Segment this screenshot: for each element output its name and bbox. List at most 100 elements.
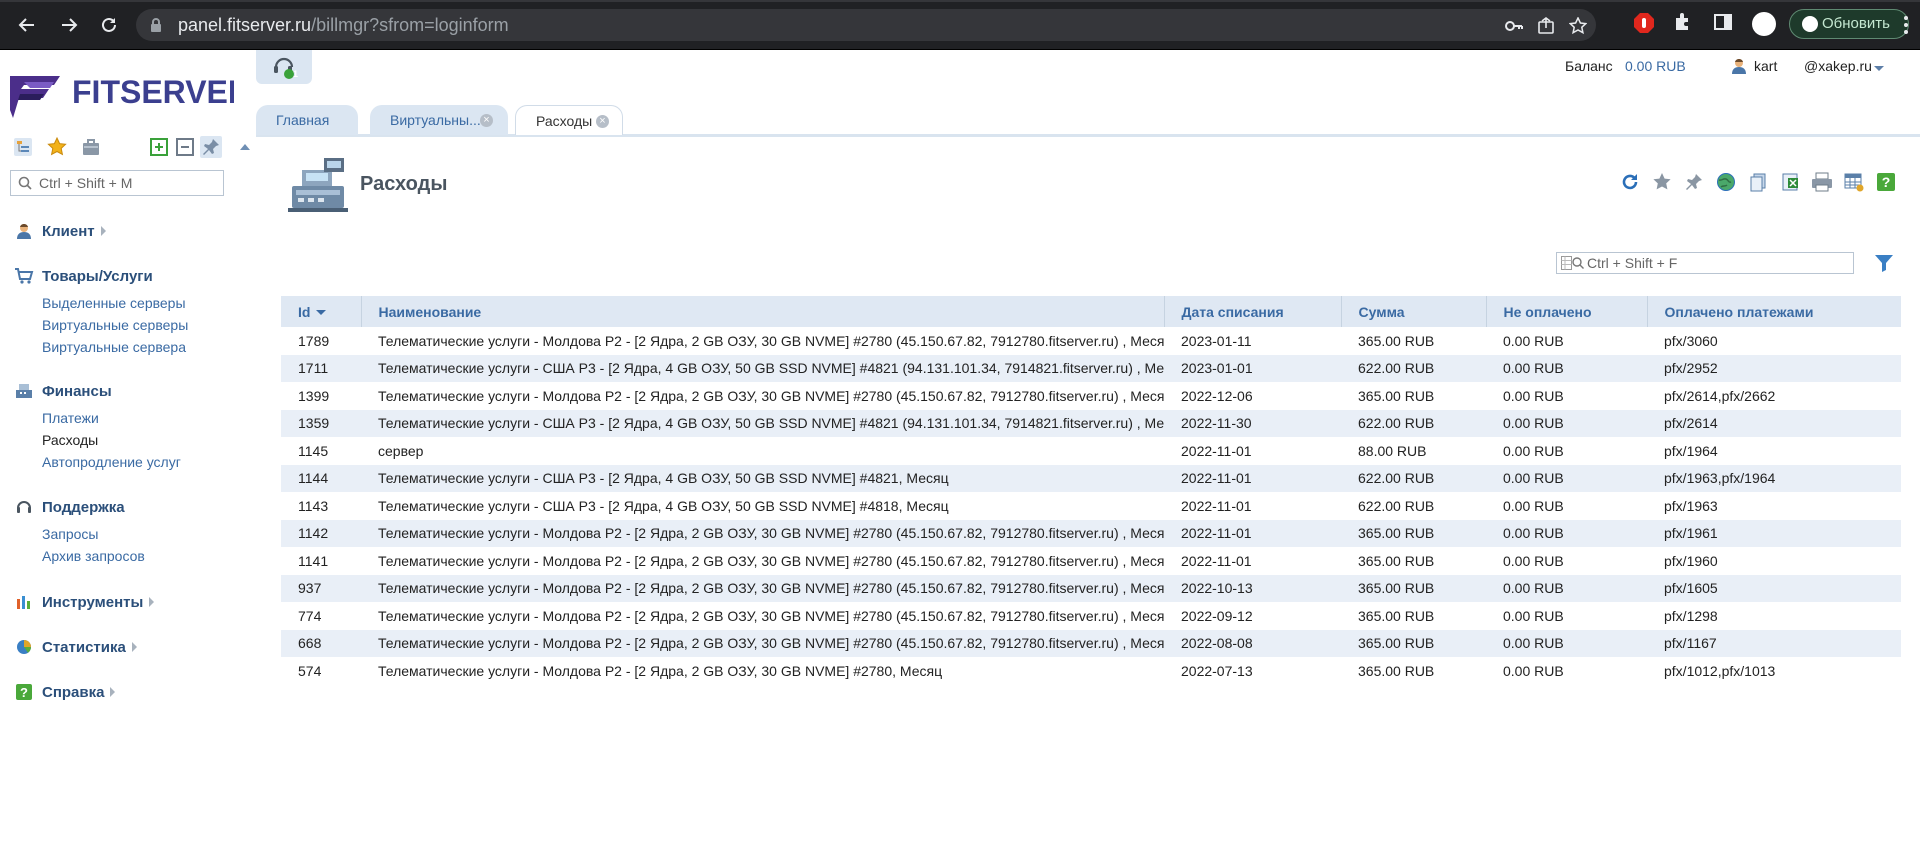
key-icon[interactable]	[1505, 17, 1523, 35]
table-row[interactable]: 1399 Телематические услуги - Молдова P2 -…	[281, 382, 1901, 410]
share-icon[interactable]	[1537, 17, 1555, 35]
refresh-icon[interactable]	[1618, 170, 1642, 194]
sidebar-toolbar	[12, 136, 227, 158]
sidebar-item-autorenew[interactable]: Автопродление услуг	[42, 451, 181, 473]
url-text: panel.fitserver.ru/billmgr?sfrom=loginfo…	[178, 15, 509, 36]
cell-date: 2022-12-06	[1181, 387, 1253, 404]
close-icon[interactable]: ×	[480, 114, 493, 127]
balance-value[interactable]: 0.00 RUB	[1625, 58, 1686, 74]
table-filter-search[interactable]	[1556, 252, 1854, 274]
nav-finance-label: Финансы	[42, 382, 112, 400]
tree-view-icon[interactable]	[12, 136, 34, 158]
nav-help-header[interactable]: ? Справка	[14, 681, 116, 703]
table-filter-input[interactable]	[1587, 254, 1847, 272]
url-host: panel.fitserver.ru	[178, 15, 312, 35]
briefcase-icon[interactable]	[80, 136, 102, 158]
support-notification-button[interactable]: 1	[256, 50, 312, 84]
collapse-arrow-icon[interactable]	[240, 144, 250, 150]
fitserver-logo[interactable]: FITSERVER	[10, 68, 251, 118]
sidebar-collapse-strip[interactable]	[234, 50, 257, 868]
pin-sidebar-icon[interactable]	[200, 136, 222, 158]
bookmark-star-icon[interactable]	[1569, 17, 1587, 35]
left-sidebar: FITSERVER Клиент	[0, 50, 251, 868]
table-row[interactable]: 1789 Телематические услуги - Молдова P2 -…	[281, 327, 1901, 355]
user-menu-chevron-down-icon[interactable]	[1874, 66, 1884, 71]
svg-text:?: ?	[1882, 174, 1891, 190]
extensions-puzzle-icon[interactable]	[1673, 12, 1697, 36]
table-row[interactable]: 1711 Телематические услуги - США P3 - [2 …	[281, 354, 1901, 382]
sidebar-search[interactable]	[10, 170, 224, 196]
sidebar-item-expenses[interactable]: Расходы	[42, 429, 181, 451]
favorite-star-icon[interactable]	[1650, 170, 1674, 194]
sidebar-item-requests[interactable]: Запросы	[42, 523, 145, 545]
help-icon[interactable]: ?	[1874, 170, 1898, 194]
nav-statistics-header[interactable]: Статистика	[14, 636, 137, 658]
address-bar[interactable]: panel.fitserver.ru/billmgr?sfrom=loginfo…	[136, 9, 1596, 41]
user-name[interactable]: kart	[1754, 58, 1777, 74]
table-row[interactable]: 1145 сервер 2022-11-01 88.00 RUB 0.00 RUB pfx…	[281, 437, 1901, 465]
reload-icon	[102, 17, 116, 32]
expand-all-icon[interactable]	[148, 136, 170, 158]
table-row[interactable]: 937 Телематические услуги - Молдова P2 - …	[281, 574, 1901, 602]
chevron-right-icon	[100, 226, 106, 236]
pin-icon[interactable]	[1682, 170, 1706, 194]
cell-unpaid: 0.00 RUB	[1503, 332, 1564, 349]
favorites-star-icon[interactable]	[46, 136, 68, 158]
collapse-all-icon[interactable]	[174, 136, 196, 158]
user-email[interactable]: @xakep.ru	[1804, 58, 1872, 74]
table-row[interactable]: 1359 Телематические услуги - США P3 - [2 …	[281, 409, 1901, 437]
nav-services-header[interactable]: Товары/Услуги	[14, 265, 188, 287]
extension-adblock-icon[interactable]	[1633, 12, 1657, 36]
nav-client-label: Клиент	[42, 222, 95, 240]
reload-button[interactable]	[96, 12, 122, 38]
tab-virtual[interactable]: Виртуальны... ×	[370, 105, 508, 135]
table-row[interactable]: 1141 Телематические услуги - Молдова P2 -…	[281, 547, 1901, 575]
nav-client-header[interactable]: Клиент	[14, 220, 106, 242]
column-header-amount[interactable]: Сумма	[1341, 296, 1487, 327]
column-header-paid-by[interactable]: Оплачено платежами	[1647, 296, 1901, 327]
tab-home[interactable]: Главная	[256, 105, 358, 135]
nav-support-header[interactable]: Поддержка	[14, 496, 145, 518]
browser-menu-icon[interactable]	[1904, 16, 1908, 37]
close-icon[interactable]: ×	[596, 115, 609, 128]
table-row[interactable]: 1142 Телематические услуги - Молдова P2 -…	[281, 519, 1901, 547]
cell-id: 1359	[281, 409, 361, 437]
table-row[interactable]: 574 Телематические услуги - Молдова P2 - …	[281, 657, 1901, 685]
sidebar-item-dedicated-servers[interactable]: Выделенные серверы	[42, 292, 188, 314]
globe-icon[interactable]	[1714, 170, 1738, 194]
profile-avatar[interactable]	[1752, 12, 1776, 36]
sidebar-item-virtual-servers-2[interactable]: Виртуальные сервера	[42, 336, 188, 358]
export-excel-icon[interactable]	[1778, 170, 1802, 194]
table-row[interactable]: 774 Телематические услуги - Молдова P2 - …	[281, 602, 1901, 630]
chevron-right-icon	[110, 687, 116, 697]
brand-part-fit: FIT	[72, 74, 120, 110]
tab-expenses[interactable]: Расходы ×	[515, 105, 623, 135]
side-panel-icon[interactable]	[1713, 12, 1737, 36]
sidebar-item-payments[interactable]: Платежи	[42, 407, 181, 429]
column-header-name[interactable]: Наименование	[361, 296, 1165, 327]
nav-tools-header[interactable]: Инструменты	[14, 591, 155, 613]
column-header-id[interactable]: Id	[281, 296, 362, 327]
column-header-date[interactable]: Дата списания	[1164, 296, 1342, 327]
svg-text:?: ?	[20, 685, 28, 700]
print-icon[interactable]	[1810, 170, 1834, 194]
table-settings-icon[interactable]	[1842, 170, 1866, 194]
column-header-unpaid[interactable]: Не оплачено	[1486, 296, 1648, 327]
cell-paid-by: pfx/1963	[1664, 497, 1718, 514]
filter-funnel-icon[interactable]	[1874, 254, 1894, 272]
table-row[interactable]: 1144 Телематические услуги - США P3 - [2 …	[281, 464, 1901, 492]
table-row[interactable]: 1143 Телематические услуги - США P3 - [2 …	[281, 492, 1901, 520]
nav-finance-header[interactable]: Финансы	[14, 380, 181, 402]
sidebar-item-virtual-servers[interactable]: Виртуальные серверы	[42, 314, 188, 336]
forward-button[interactable]	[56, 12, 82, 38]
sidebar-item-requests-archive[interactable]: Архив запросов	[42, 545, 145, 567]
cell-unpaid: 0.00 RUB	[1503, 387, 1564, 404]
sort-desc-icon	[316, 310, 327, 316]
search-icon	[18, 176, 32, 190]
sidebar-search-input[interactable]	[39, 174, 219, 192]
nav-section-tools: Инструменты	[14, 591, 155, 613]
update-browser-button[interactable]: Обновить	[1789, 9, 1909, 39]
copy-icon[interactable]	[1746, 170, 1770, 194]
back-button[interactable]	[14, 12, 40, 38]
table-row[interactable]: 668 Телематические услуги - Молдова P2 - …	[281, 629, 1901, 657]
